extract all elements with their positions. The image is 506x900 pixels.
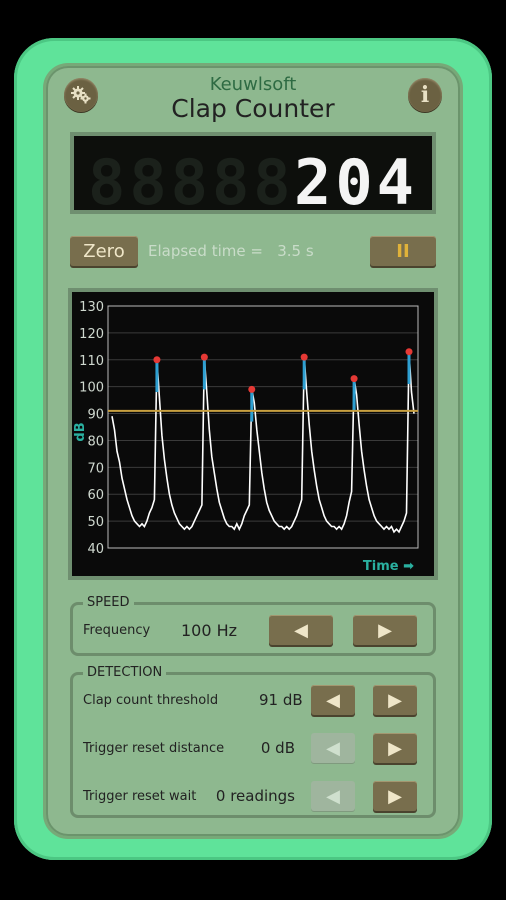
y-tick-label: 130: [79, 300, 104, 315]
detection-title: DETECTION: [83, 665, 167, 680]
reset-wait-decrease-button[interactable]: ◀: [311, 781, 355, 811]
zero-button-label: Zero: [83, 240, 125, 262]
frequency-increase-button[interactable]: ▶: [353, 615, 417, 645]
y-axis-label: dB: [73, 422, 88, 441]
threshold-increase-button[interactable]: ▶: [373, 685, 417, 715]
peak-marker: [153, 356, 161, 364]
reset-distance-decrease-button[interactable]: ◀: [311, 733, 355, 763]
threshold-value: 91 dB: [259, 691, 303, 709]
count-display: 88888 204: [70, 132, 436, 219]
threshold-label: Clap count threshold: [83, 693, 219, 708]
y-tick-label: 90: [87, 408, 104, 423]
y-tick-label: 80: [87, 434, 104, 449]
peak-marker: [300, 353, 308, 361]
arrow-left-icon: ◀: [326, 689, 340, 711]
sound-level-chart: 130 120 110 100 90 80 70 60 50 40 dB Time ➡: [68, 288, 438, 580]
x-axis-label: Time ➡: [363, 559, 414, 574]
speed-group: SPEED Frequency 100 Hz ◀ ▶: [70, 595, 436, 656]
chart-svg: 130 120 110 100 90 80 70 60 50 40 dB Time ➡: [73, 300, 419, 574]
y-tick-label: 50: [87, 515, 104, 530]
y-tick-label: 110: [79, 354, 104, 369]
arrow-right-icon: ▶: [388, 689, 402, 711]
elapsed-time: Elapsed time = 3.5 s: [148, 242, 314, 260]
app-title: Clap Counter: [171, 94, 335, 123]
threshold-decrease-button[interactable]: ◀: [311, 685, 355, 715]
arrow-left-icon: ◀: [294, 619, 308, 641]
peak-marker: [350, 375, 358, 383]
reset-distance-value: 0 dB: [260, 739, 295, 757]
frequency-value: 100 Hz: [181, 621, 238, 640]
peak-marker: [200, 353, 208, 361]
app-panel: Keuwlsoft Clap Counter i 88888 204 Zero …: [46, 66, 460, 836]
frequency-label: Frequency: [83, 623, 151, 638]
clap-count: 204: [294, 146, 418, 219]
zero-button[interactable]: Zero: [70, 236, 138, 266]
arrow-left-icon: ◀: [326, 737, 340, 759]
peak-marker: [405, 348, 413, 356]
plot-area-border: [107, 305, 419, 549]
pause-button[interactable]: II: [370, 236, 436, 266]
arrow-right-icon: ▶: [378, 619, 392, 641]
peak-marker: [248, 385, 256, 393]
y-tick-label: 60: [87, 488, 104, 503]
detection-group: DETECTION Clap count threshold 91 dB ◀ ▶…: [70, 665, 436, 818]
info-button[interactable]: i: [408, 78, 442, 112]
arrow-right-icon: ▶: [388, 785, 402, 807]
display-background-digits: 88888: [88, 146, 295, 219]
y-tick-label: 100: [79, 381, 104, 396]
reset-wait-value: 0 readings: [215, 787, 295, 805]
arrow-left-icon: ◀: [326, 785, 340, 807]
speed-title: SPEED: [83, 595, 134, 610]
frequency-decrease-button[interactable]: ◀: [269, 615, 333, 645]
brand-name: Keuwlsoft: [209, 74, 297, 95]
arrow-right-icon: ▶: [388, 737, 402, 759]
reset-wait-increase-button[interactable]: ▶: [373, 781, 417, 811]
reset-wait-label: Trigger reset wait: [83, 789, 197, 804]
info-icon: i: [420, 82, 430, 108]
reset-distance-increase-button[interactable]: ▶: [373, 733, 417, 763]
y-tick-label: 120: [79, 327, 104, 342]
pause-icon: II: [396, 240, 410, 262]
reset-distance-label: Trigger reset distance: [83, 741, 225, 756]
y-tick-label: 40: [87, 542, 104, 557]
y-tick-label: 70: [87, 461, 104, 476]
